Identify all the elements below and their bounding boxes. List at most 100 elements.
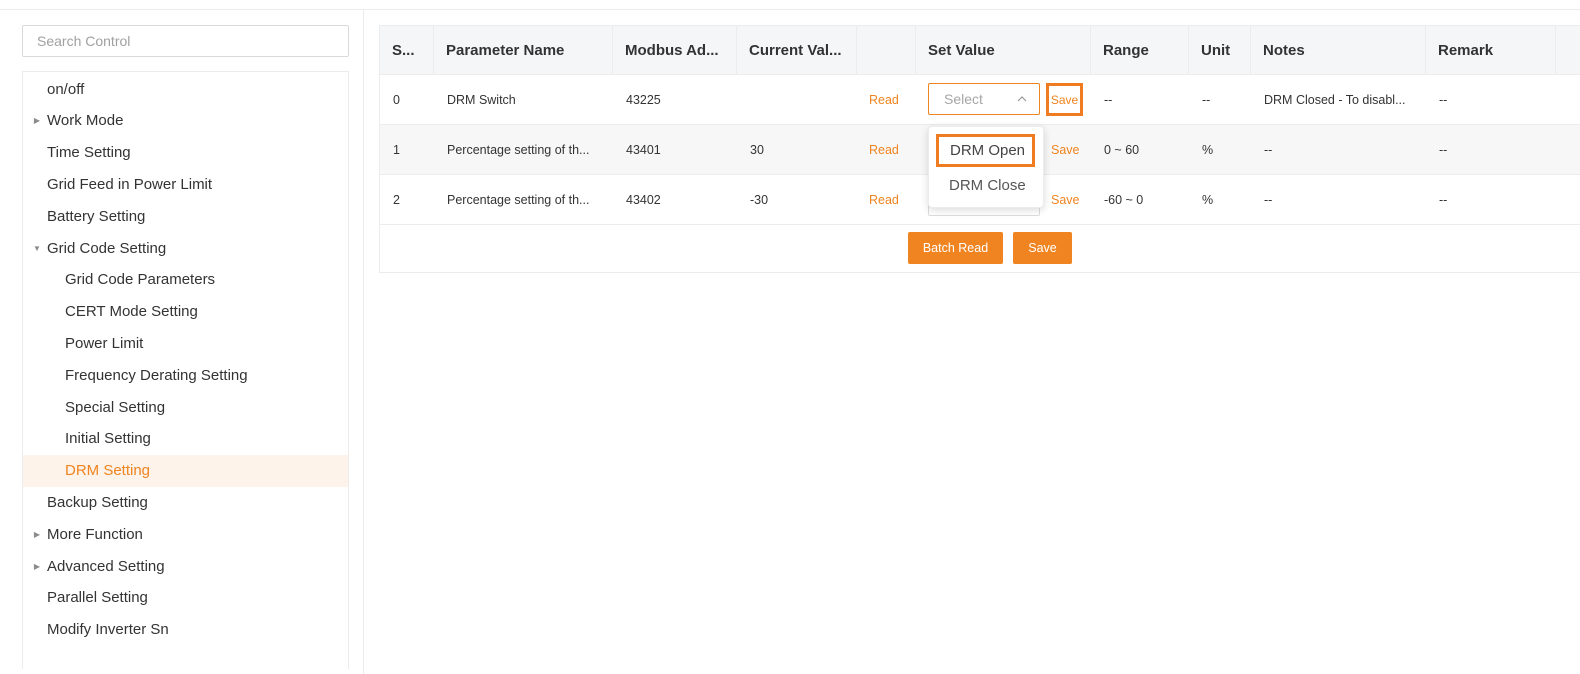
sidebar-item-label: Modify Inverter Sn <box>47 621 169 639</box>
cell-parameter-name: Percentage setting of th... <box>447 142 590 157</box>
sidebar-item[interactable]: Special Setting <box>23 391 348 423</box>
cell-unit: -- <box>1202 92 1211 107</box>
caret-right-icon[interactable]: ▶ <box>32 561 42 571</box>
save-link[interactable]: Save <box>1051 93 1078 107</box>
sidebar-item[interactable]: ▶ Work Mode <box>23 105 348 137</box>
sidebar-item[interactable]: ▶ More Function <box>23 518 348 550</box>
cell-action: Read <box>856 75 916 124</box>
control-tree: on/off ▶ Work Mode Time Setting Grid Feed in… <box>22 71 349 669</box>
sidebar-item-label: Advanced Setting <box>47 557 165 575</box>
cell-notes: -- <box>1264 142 1273 157</box>
cell-parameter-name: Percentage setting of th... <box>447 192 590 207</box>
cell-notes: DRM Closed - To disabl... <box>1264 92 1406 107</box>
dropdown-option-drm-open[interactable]: DRM Open <box>936 134 1035 167</box>
cell-current-value: -30 <box>750 192 769 207</box>
cell-save: Save <box>1038 125 1091 174</box>
sidebar-item[interactable]: Time Setting <box>23 137 348 169</box>
sidebar-item[interactable]: CERT Mode Setting <box>23 296 348 328</box>
cell-serial: 2 <box>393 192 400 207</box>
header-serial: S... <box>380 26 434 75</box>
sidebar-item[interactable]: Backup Setting <box>23 486 348 518</box>
header-set-value: Set Value <box>916 26 1091 75</box>
header-action <box>857 26 916 75</box>
batch-read-button[interactable]: Batch Read <box>908 232 1003 264</box>
sidebar-item[interactable]: Power Limit <box>23 327 348 359</box>
read-link[interactable]: Read <box>869 143 899 157</box>
caret-down-icon[interactable]: ▼ <box>32 243 42 253</box>
cell-remark: -- <box>1439 92 1448 107</box>
header-current-value: Current Val... <box>737 26 857 75</box>
header-modbus-address: Modbus Ad... <box>613 26 737 75</box>
cell-unit: % <box>1202 142 1214 157</box>
sidebar-item-label: Power Limit <box>65 334 144 352</box>
header-remark: Remark <box>1426 26 1556 75</box>
cell-remark: -- <box>1439 192 1448 207</box>
cell-unit: % <box>1202 192 1214 207</box>
header-parameter-name: Parameter Name <box>434 26 613 75</box>
sidebar-item-label: DRM Setting <box>65 462 151 480</box>
sidebar-item[interactable]: Parallel Setting <box>23 582 348 614</box>
top-divider <box>0 9 1580 10</box>
sidebar-item-label: Grid Code Parameters <box>65 271 216 289</box>
sidebar-item-label: Grid Feed in Power Limit <box>47 175 213 193</box>
cell-modbus-address: 43225 <box>626 92 661 107</box>
sidebar-item-label: CERT Mode Setting <box>65 303 198 321</box>
sidebar-item-label: on/off <box>47 80 85 98</box>
sidebar-item[interactable]: Initial Setting <box>23 423 348 455</box>
chevron-up-icon <box>1017 96 1027 102</box>
cell-serial: 0 <box>393 92 400 107</box>
sidebar-item[interactable]: Modify Inverter Sn <box>23 614 348 646</box>
sidebar-item[interactable]: Battery Setting <box>23 200 348 232</box>
cell-current-value: 30 <box>750 142 764 157</box>
save-link[interactable]: Save <box>1051 193 1080 207</box>
save-highlight-box: Save <box>1046 83 1083 116</box>
sidebar-item-label: Battery Setting <box>47 207 146 225</box>
table-row: 0 DRM Switch 43225 Read Select Save -- -… <box>380 75 1580 125</box>
set-value-select[interactable]: Select <box>928 83 1040 115</box>
sidebar-item[interactable]: Grid Code Parameters <box>23 264 348 296</box>
sidebar-item[interactable]: on/off <box>23 73 348 105</box>
sidebar-item[interactable]: Frequency Derating Setting <box>23 359 348 391</box>
cell-action: Read <box>856 175 916 224</box>
sidebar-item[interactable]: DRM Setting <box>23 454 348 487</box>
sidebar-divider <box>363 10 364 674</box>
cell-range: 0 ~ 60 <box>1104 142 1140 157</box>
cell-notes: -- <box>1264 192 1273 207</box>
sidebar-item[interactable]: ▼ Grid Code Setting <box>23 232 348 264</box>
search-input[interactable] <box>23 26 348 56</box>
sidebar-item-label: Time Setting <box>47 144 131 162</box>
cell-remark: -- <box>1439 142 1448 157</box>
cell-modbus-address: 43402 <box>626 192 661 207</box>
sidebar-item[interactable]: ▶ Advanced Setting <box>23 550 348 582</box>
caret-right-icon[interactable]: ▶ <box>32 116 42 126</box>
search-control-box[interactable] <box>22 25 349 57</box>
dropdown-option-drm-close[interactable]: DRM Close <box>929 169 1043 201</box>
save-link[interactable]: Save <box>1051 143 1080 157</box>
cell-parameter-name: DRM Switch <box>447 92 516 107</box>
sidebar-item-label: Frequency Derating Setting <box>65 366 248 384</box>
set-value-dropdown: DRM Open DRM Close <box>928 126 1044 208</box>
sidebar-item-label: Grid Code Setting <box>47 239 167 257</box>
cell-range: -- <box>1104 92 1113 107</box>
sidebar-item-label: Backup Setting <box>47 493 148 511</box>
header-unit: Unit <box>1189 26 1251 75</box>
sidebar-item[interactable]: Grid Feed in Power Limit <box>23 168 348 200</box>
select-placeholder: Select <box>944 91 983 107</box>
table-header: S... Parameter Name Modbus Ad... Current… <box>380 26 1580 75</box>
sidebar-item-label: Parallel Setting <box>47 589 148 607</box>
sidebar-item-label: Special Setting <box>65 398 166 416</box>
cell-serial: 1 <box>393 142 400 157</box>
read-link[interactable]: Read <box>869 193 899 207</box>
cell-modbus-address: 43401 <box>626 142 661 157</box>
sidebar-item-label: Initial Setting <box>65 430 151 448</box>
sidebar-item-label: Work Mode <box>47 112 124 130</box>
cell-save: Save <box>1038 175 1091 224</box>
header-notes: Notes <box>1251 26 1426 75</box>
header-range: Range <box>1091 26 1189 75</box>
cell-current-value <box>737 75 857 124</box>
cell-action: Read <box>856 125 916 174</box>
save-button[interactable]: Save <box>1013 232 1072 264</box>
cell-range: -60 ~ 0 <box>1104 192 1144 207</box>
caret-right-icon[interactable]: ▶ <box>32 529 42 539</box>
read-link[interactable]: Read <box>869 93 899 107</box>
